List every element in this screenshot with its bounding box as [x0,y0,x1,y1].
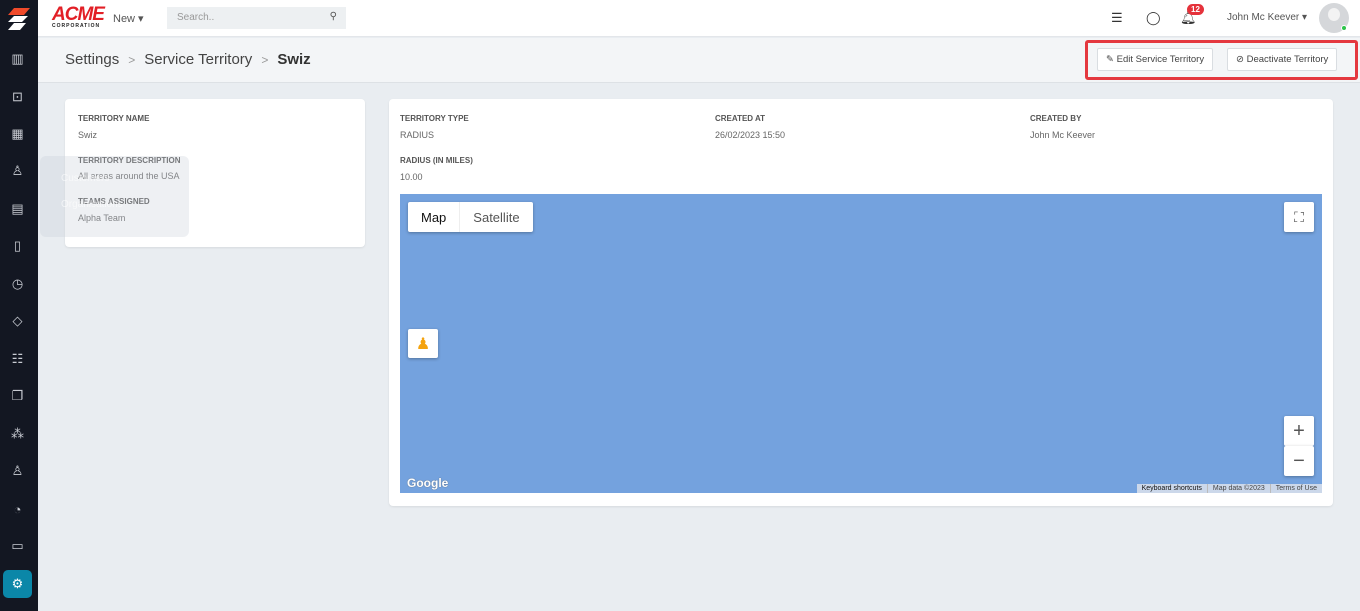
edit-label: Edit Service Territory [1116,54,1205,65]
name-value: Swiz [78,130,98,140]
search-icon[interactable]: ⚲ [330,11,337,22]
map-attribution: Keyboard shortcuts Map data ©2023 Terms … [1136,484,1322,493]
edit-icon: ✎ [1106,54,1117,65]
keyboard-shortcuts-link[interactable]: Keyboard shortcuts [1137,484,1207,493]
created-by-label: Created By [1030,114,1082,123]
breadcrumb-settings[interactable]: Settings [65,51,119,68]
created-by-value: John Mc Keever [1030,130,1096,140]
app-logo-icon[interactable] [6,6,32,32]
chevron-right-icon: > [128,53,136,67]
map-tab[interactable]: Map [408,202,461,232]
map-data: Map data ©2023 [1206,484,1270,493]
documents-icon[interactable]: ❐ [3,382,32,410]
pegman-icon[interactable]: ♟ [408,329,438,358]
name-label: Territory Name [78,114,150,123]
type-value: RADIUS [400,130,435,140]
dashboard-icon[interactable]: ◔ [3,495,32,523]
zoom-out-button[interactable]: − [1284,446,1314,476]
list-icon[interactable]: ☰ [1111,10,1123,26]
invoices-icon[interactable]: ▤ [3,195,32,223]
type-label: Territory Type [400,114,469,123]
search-input[interactable]: Search.. ⚲ [167,7,346,29]
flyout-organisations[interactable]: Organisations [61,199,123,210]
deactivate-label: Deactivate Territory [1246,54,1329,65]
map-type-control: Map Satellite [408,202,533,232]
customers-icon[interactable]: ♙ [3,157,32,185]
online-status [1341,25,1347,31]
inventory-icon[interactable]: ⁂ [3,420,32,448]
google-logo: Google [407,476,449,490]
settings-icon[interactable]: ⚙ [3,570,32,598]
clock-icon[interactable]: ◷ [3,270,32,298]
radius-value: 10.00 [400,172,423,182]
jobs-icon[interactable]: ⊡ [3,83,32,111]
display-icon[interactable]: ▭ [3,532,32,560]
forms-icon[interactable]: ☷ [3,345,32,373]
brand-logo[interactable]: ACME CORPORATION [52,4,105,29]
new-dropdown[interactable]: New ▾ [113,12,144,25]
fullscreen-icon[interactable]: ⛶ [1284,202,1314,232]
deactivate-territory-button[interactable]: ⊘ Deactivate Territory [1227,48,1338,71]
ban-icon: ⊘ [1236,54,1247,65]
map-icon[interactable]: ▯ [3,232,32,260]
satellite-tab[interactable]: Satellite [460,202,532,232]
tag-icon[interactable]: ◇ [3,307,32,335]
created-at-label: Created At [715,114,766,123]
radius-label: Radius (in miles) [400,156,473,165]
brand-sub: CORPORATION [52,23,101,29]
map[interactable]: Map Satellite ⛶ ♟ + − Google Keyboard sh… [400,194,1322,493]
chevron-right-icon: > [261,53,269,67]
calendar-icon[interactable]: ▦ [3,120,32,148]
breadcrumb: Settings > Service Territory > Swiz [65,51,311,68]
sidebar-flyout: Customers Organisations [40,156,189,237]
user-menu[interactable]: John Mc Keever ▾ [1227,12,1307,23]
reports-icon[interactable]: ▥ [3,45,32,73]
flyout-customers[interactable]: Customers [61,173,109,184]
topbar: ACME CORPORATION New ▾ Search.. ⚲ [38,0,1360,37]
edit-territory-button[interactable]: ✎ Edit Service Territory [1097,48,1214,71]
sidebar: ▥ ⊡ ▦ ♙ ▤ ▯ ◷ ◇ ☷ ❐ ⁂ ♙ ◔ ▭ ⚙ [0,0,38,611]
page-title: Swiz [277,51,311,68]
created-at-value: 26/02/2023 15:50 [715,130,786,140]
users-icon[interactable]: ♙ [3,457,32,485]
chat-icon[interactable]: ◯ [1146,10,1161,26]
brand-name: ACME [52,4,105,25]
search-placeholder: Search.. [177,12,215,23]
zoom-in-button[interactable]: + [1284,416,1314,446]
terms-link[interactable]: Terms of Use [1269,484,1322,493]
breadcrumb-service-territory[interactable]: Service Territory [144,51,252,68]
notification-badge: 12 [1187,4,1204,15]
